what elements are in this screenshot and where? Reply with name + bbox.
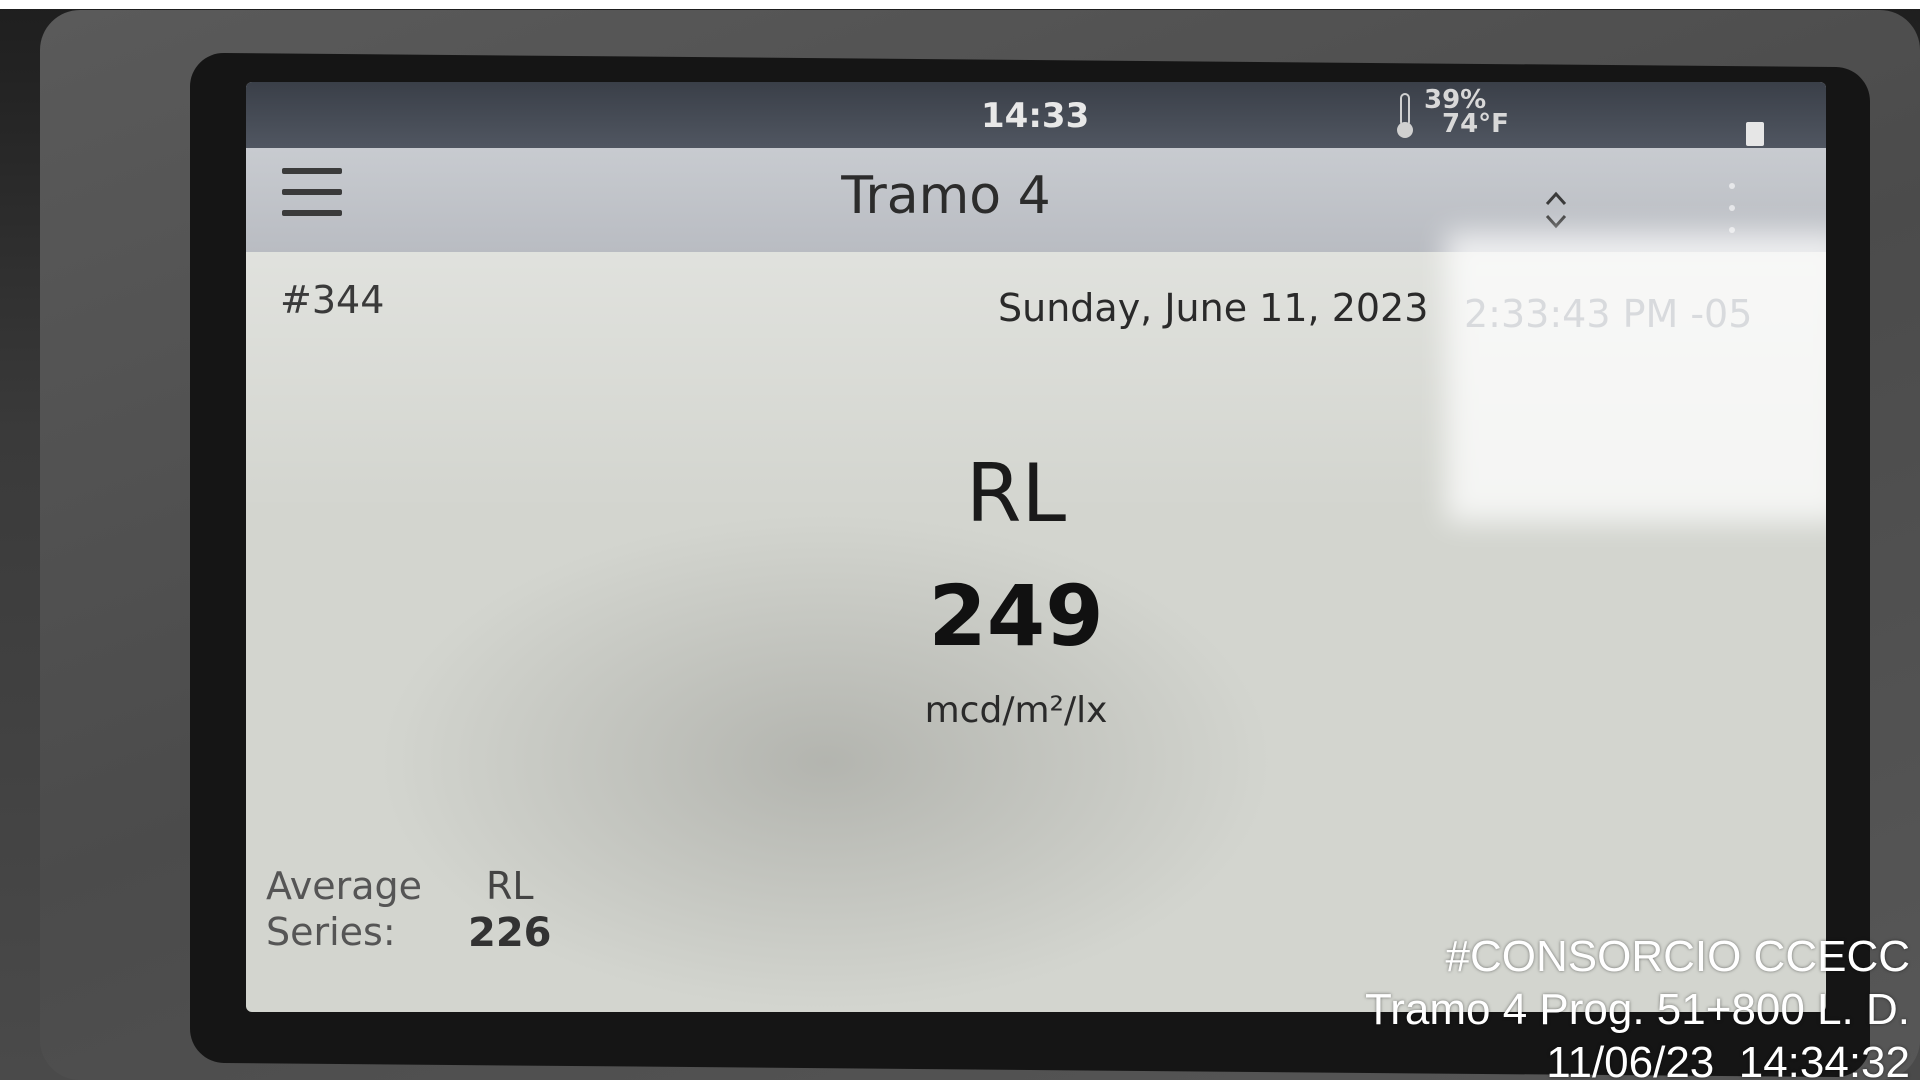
measurement-unit: mcd/m²/lx [924,690,1108,731]
watermark-company: #CONSORCIO CCECC [1445,932,1911,981]
average-value: 226 [468,910,552,956]
average-type: RL [486,864,534,908]
top-edge [0,0,1920,9]
status-time: 14:33 [981,96,1090,136]
thermometer-icon [1397,93,1413,138]
photo-background: 14:33 39% 74°F Tramo 4 #344 Sunday, June… [0,0,1920,1080]
photo-watermark: #CONSORCIO CCECC Tramo 4 Prog. 51+800 L.… [1365,930,1910,1080]
watermark-location: Tramo 4 Prog. 51+800 L. D. [1365,985,1910,1034]
temperature-value: 74°F [1442,109,1509,139]
status-bar: 14:33 39% 74°F [246,82,1826,148]
average-label: Average [266,864,423,908]
series-label: Series: [266,910,396,954]
more-options-icon[interactable] [1726,178,1738,238]
watermark-timestamp: 11/06/23 14:34:32 [1546,1038,1910,1080]
environment-readout: 39% 74°F [1424,87,1509,139]
record-time: 2:33:43 PM -05 [1464,292,1753,336]
record-date: Sunday, June 11, 2023 [998,286,1429,330]
measurement-value: 249 [928,567,1104,665]
device-screen: 14:33 39% 74°F Tramo 4 #344 Sunday, June… [246,82,1826,1012]
record-number: #344 [280,278,385,322]
measurement-label: RL [965,447,1067,540]
up-down-icon[interactable] [1541,188,1571,232]
battery-icon [1746,122,1764,146]
page-title: Tramo 4 [841,166,1051,226]
